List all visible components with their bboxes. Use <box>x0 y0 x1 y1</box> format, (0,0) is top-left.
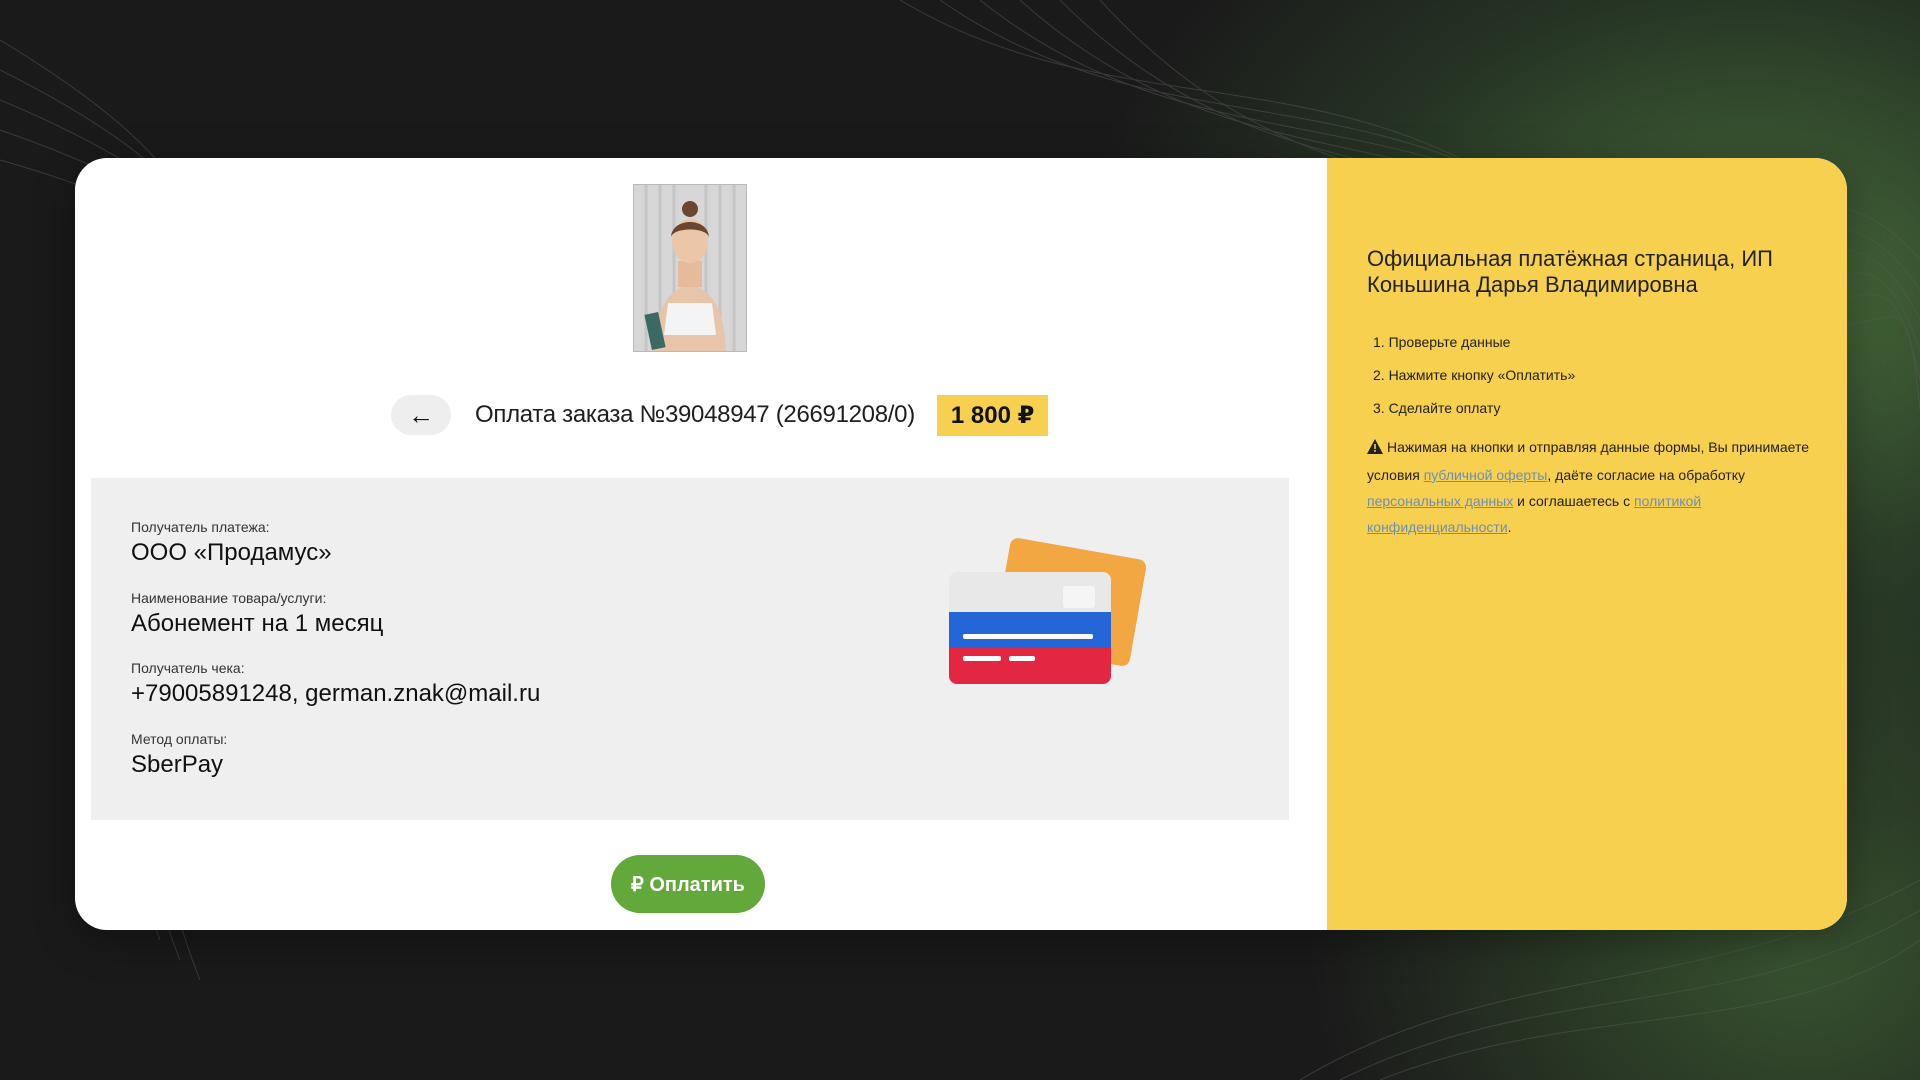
order-header: ← Оплата заказа №39048947 (26691208/0) 1… <box>391 394 1049 436</box>
public-offer-link[interactable]: публичной оферты <box>1424 467 1548 483</box>
product-value: Абонемент на 1 месяц <box>131 610 384 637</box>
receipt-label: Получатель чека: <box>131 660 245 676</box>
recipient-field: Получатель платежа: ООО «Продамус» <box>131 519 332 567</box>
warning-icon <box>1367 436 1383 462</box>
payment-details-box: Получатель платежа: ООО «Продамус» Наиме… <box>91 478 1289 820</box>
back-button[interactable]: ← <box>391 395 451 435</box>
seller-avatar <box>633 184 747 352</box>
product-label: Наименование товара/услуги: <box>131 590 327 606</box>
receipt-field: Получатель чека: +79005891248, german.zn… <box>131 660 540 708</box>
recipient-value: ООО «Продамус» <box>131 539 332 566</box>
steps-list: 1. Проверьте данные 2. Нажмите кнопку «О… <box>1367 334 1575 433</box>
sidebar-title: Официальная платёжная страница, ИП Коньш… <box>1367 246 1773 297</box>
step-item: 1. Проверьте данные <box>1373 334 1511 350</box>
consent-notice: Нажимая на кнопки и отправляя данные фор… <box>1367 434 1835 540</box>
method-value: SberPay <box>131 751 224 778</box>
bank-cards-icon <box>941 538 1151 703</box>
method-field: Метод оплаты: SberPay <box>131 731 227 779</box>
notice-text: , даёте согласие на обработку <box>1547 467 1745 483</box>
pay-button[interactable]: ₽ Оплатить <box>611 855 765 913</box>
arrow-left-icon: ← <box>408 399 434 430</box>
price-badge: 1 800 ₽ <box>936 394 1049 436</box>
step-item: 2. Нажмите кнопку «Оплатить» <box>1373 367 1576 383</box>
method-label: Метод оплаты: <box>131 731 228 747</box>
payment-main-panel: ← Оплата заказа №39048947 (26691208/0) 1… <box>75 158 1327 930</box>
order-title: Оплата заказа №39048947 (26691208/0) <box>475 401 915 428</box>
personal-data-link[interactable]: персональных данных <box>1367 493 1513 509</box>
recipient-label: Получатель платежа: <box>131 519 270 535</box>
step-item: 3. Сделайте оплату <box>1373 400 1501 416</box>
notice-text: . <box>1507 519 1512 535</box>
product-field: Наименование товара/услуги: Абонемент на… <box>131 590 383 638</box>
info-sidebar: Официальная платёжная страница, ИП Коньш… <box>1327 158 1847 930</box>
payment-card: ← Оплата заказа №39048947 (26691208/0) 1… <box>75 158 1847 930</box>
receipt-value: +79005891248, german.znak@mail.ru <box>131 680 541 707</box>
notice-text: и соглашаетесь с <box>1517 493 1631 509</box>
